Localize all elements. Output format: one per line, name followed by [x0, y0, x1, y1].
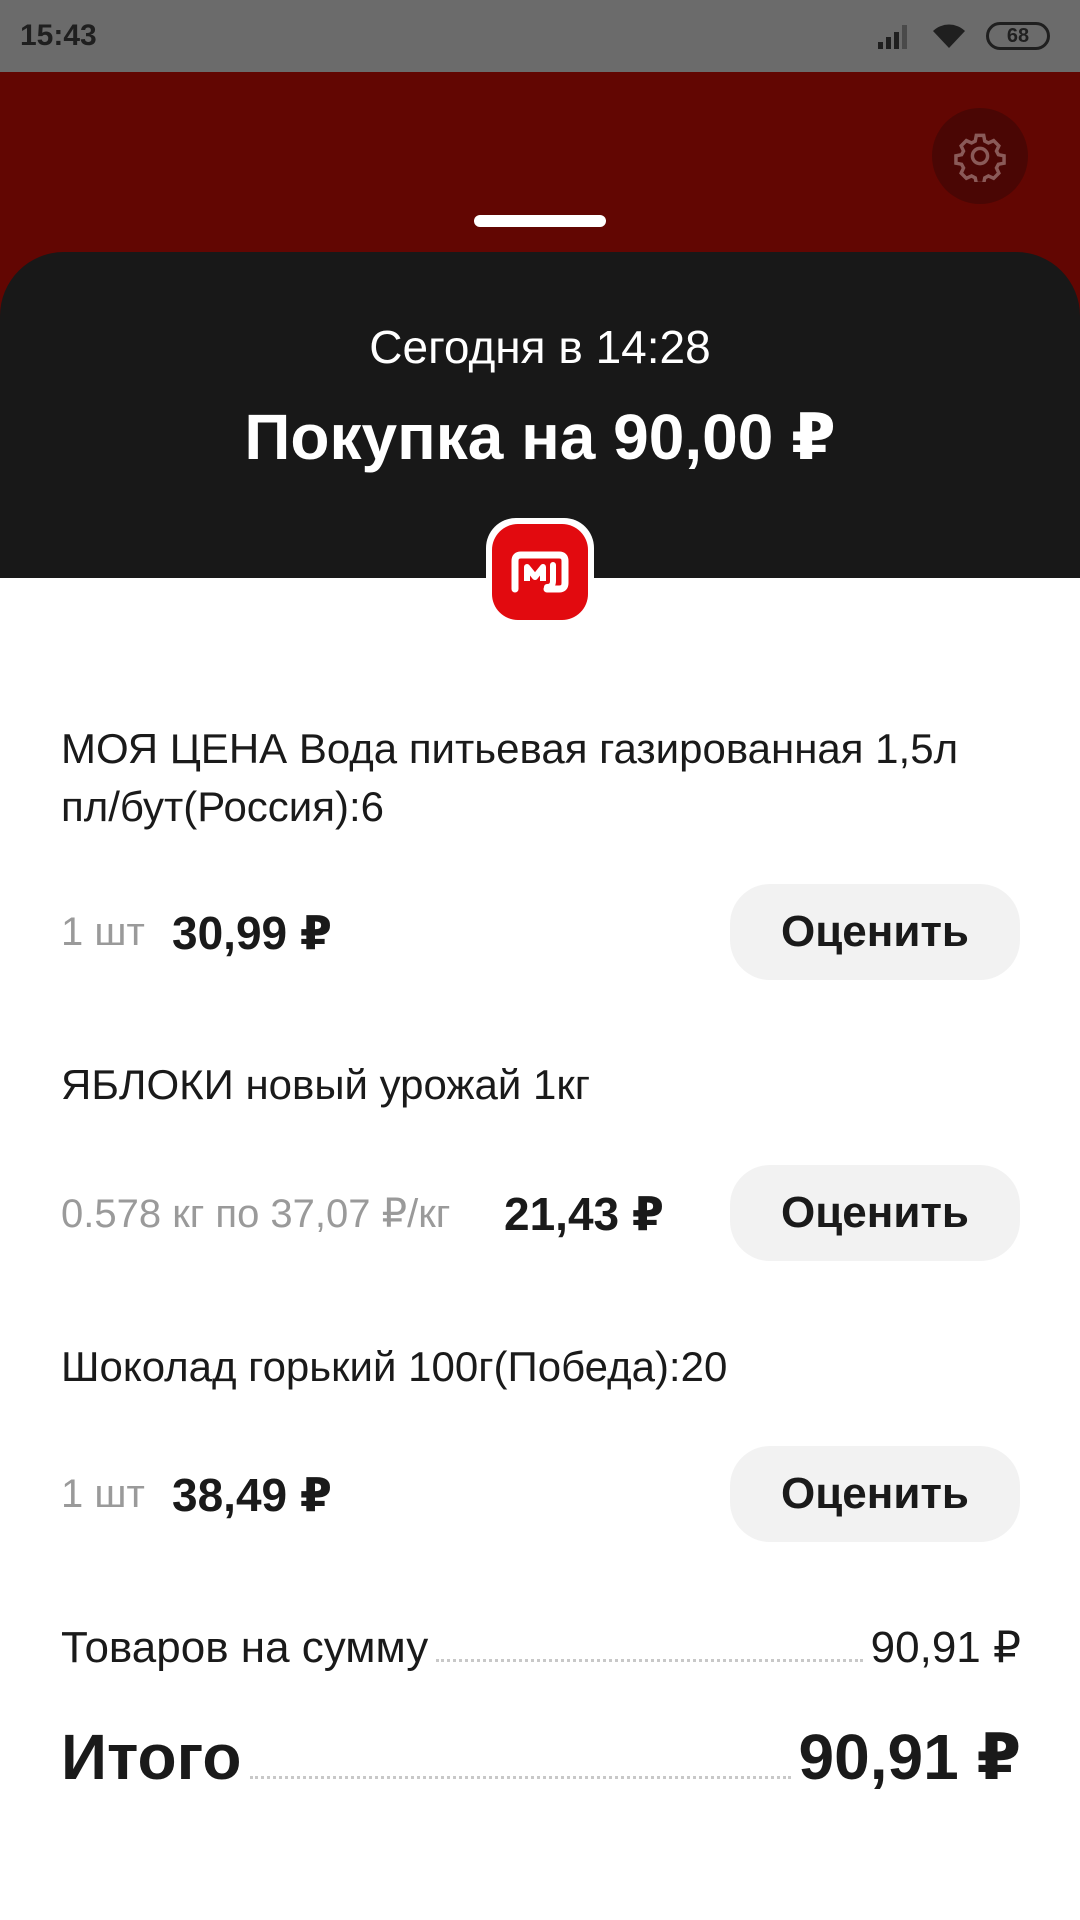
rate-button[interactable]: Оценить	[730, 1165, 1020, 1261]
magnit-logo-icon	[511, 551, 569, 593]
drag-handle[interactable]	[474, 215, 606, 227]
total-label: Итого	[61, 1721, 242, 1793]
battery-icon: 68	[986, 22, 1050, 50]
status-bar: 15:43 68	[0, 0, 1080, 72]
wifi-icon	[933, 24, 965, 48]
total-row: Итого 90,91 ₽	[61, 1720, 1021, 1795]
status-icons: 68	[876, 22, 1050, 50]
signal-icon	[878, 25, 907, 49]
rate-button[interactable]: Оценить	[730, 1446, 1020, 1542]
rate-button[interactable]: Оценить	[730, 884, 1020, 980]
item-quantity: 1 шт	[61, 910, 145, 954]
store-logo	[486, 518, 594, 626]
goods-sum-row: Товаров на сумму 90,91 ₽	[61, 1622, 1021, 1673]
receipt-date: Сегодня в 14:28	[369, 321, 711, 373]
item-quantity: 1 шт	[61, 1472, 145, 1516]
item-price: 30,99 ₽	[172, 907, 332, 959]
gear-icon	[954, 133, 1006, 182]
goods-sum-value: 90,91 ₽	[870, 1623, 1021, 1672]
item-quantity: 0.578 кг по 37,07 ₽/кг	[61, 1192, 451, 1236]
item-name: ЯБЛОКИ новый урожай 1кг	[61, 1061, 591, 1108]
item-price: 21,43 ₽	[504, 1188, 664, 1240]
item-price: 38,49 ₽	[172, 1469, 332, 1521]
status-time: 15:43	[20, 19, 97, 52]
item-name: МОЯ ЦЕНА Вода питьевая газированная 1,5л…	[61, 725, 959, 830]
dotted-leader	[249, 1776, 791, 1779]
goods-sum-label: Товаров на сумму	[61, 1623, 429, 1672]
item-name: Шоколад горький 100г(Победа):20	[61, 1343, 728, 1390]
total-value: 90,91 ₽	[798, 1721, 1021, 1793]
receipt-title: Покупка на 90,00 ₽	[244, 401, 836, 473]
dotted-leader	[436, 1659, 863, 1662]
settings-button[interactable]	[932, 108, 1028, 204]
